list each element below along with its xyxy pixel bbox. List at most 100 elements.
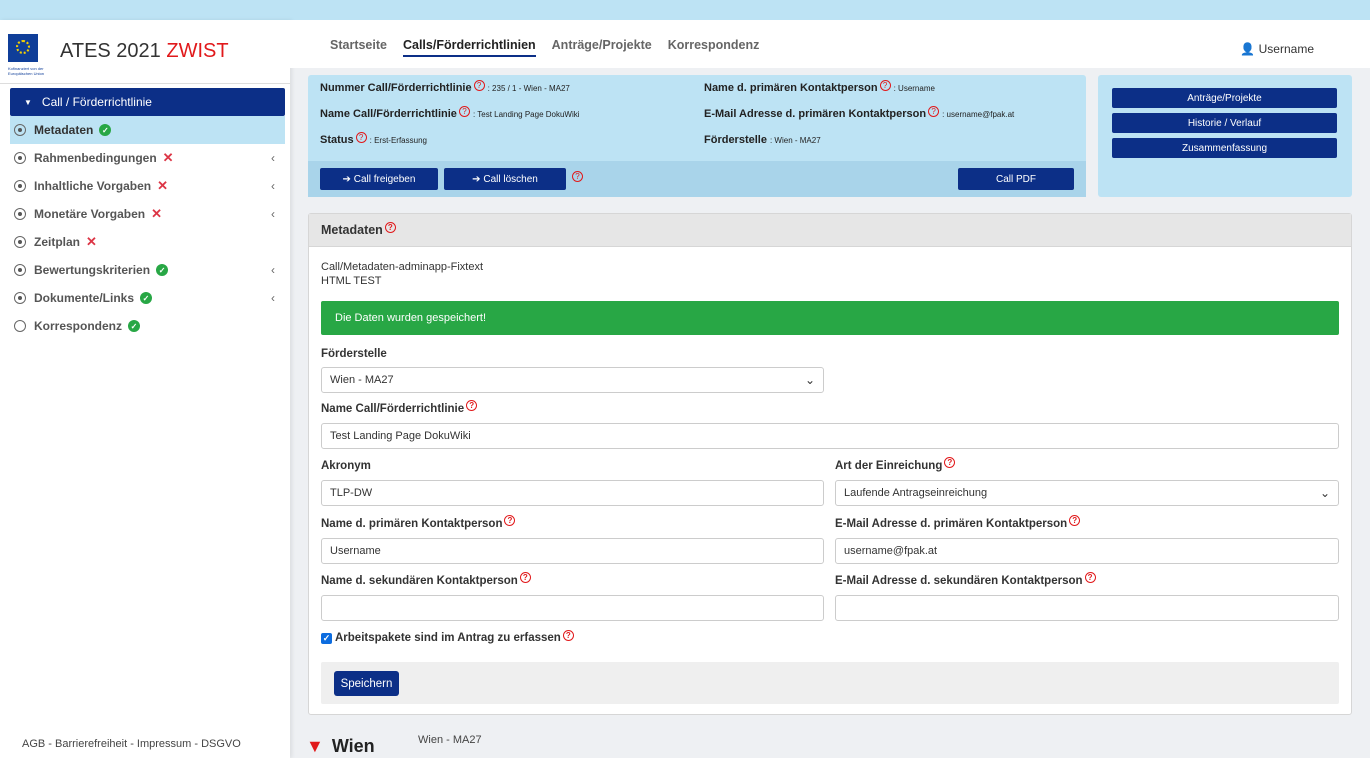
info-value: : username@fpak.at — [942, 109, 1015, 119]
chevron-down-icon: ⌄ — [804, 373, 815, 387]
sidebar-item-monetaere-vorgaben[interactable]: Monetäre Vorgaben ✕ ‹ — [10, 200, 285, 228]
checkbox-checked-icon[interactable]: ✓ — [321, 632, 332, 644]
help-icon[interactable]: ? — [458, 105, 470, 117]
call-pdf-button[interactable]: Call PDF — [958, 168, 1074, 190]
app-title[interactable]: ATES 2021 ZWIST — [60, 40, 229, 63]
info-email: E-Mail Adresse d. primären Kontaktperson… — [704, 101, 1014, 127]
antraege-projekte-button[interactable]: Anträge/Projekte — [1112, 88, 1337, 108]
art-einreichung-select[interactable]: Laufende Antragseinreichung ⌄ — [835, 480, 1339, 506]
chevron-left-icon[interactable]: ‹ — [271, 291, 275, 305]
call-freigeben-button[interactable]: ➔ Call freigeben — [320, 168, 438, 190]
chevron-left-icon[interactable]: ‹ — [271, 179, 275, 193]
sek-email-label: E-Mail Adresse d. sekundären Kontaktpers… — [835, 572, 1096, 587]
chevron-left-icon[interactable]: ‹ — [271, 207, 275, 221]
zusammenfassung-button[interactable]: Zusammenfassung — [1112, 138, 1337, 158]
foerderstelle-label: Förderstelle — [321, 348, 387, 360]
prim-name-label: Name d. primären Kontaktperson? — [321, 515, 516, 530]
side-nav: ▼ Call / Förderrichtlinie Metadaten ✓ Ra… — [10, 88, 285, 340]
sidebar-item-label: Rahmenbedingungen — [34, 151, 157, 165]
info-label: Nummer Call/Förderrichtlinie — [320, 82, 472, 94]
sidebar-item-rahmenbedingungen[interactable]: Rahmenbedingungen ✕ ‹ — [10, 144, 285, 172]
sidebar-item-metadaten[interactable]: Metadaten ✓ — [10, 116, 285, 144]
sek-email-input[interactable] — [835, 595, 1339, 621]
help-icon[interactable]: ? — [1084, 572, 1096, 583]
app-title-accent: ZWIST — [166, 40, 229, 62]
info-value: : Test Landing Page DokuWiki — [472, 109, 580, 119]
label-text: Name d. primären Kontaktperson — [321, 518, 503, 530]
footer-subtext: Wien - MA27 — [418, 734, 482, 746]
arrow-right-icon: ➔ — [342, 173, 351, 185]
info-nummer: Nummer Call/Förderrichtlinie? : 235 / 1 … — [320, 75, 580, 101]
help-icon[interactable]: ? — [504, 515, 516, 526]
help-icon[interactable]: ? — [473, 79, 485, 91]
chevron-left-icon[interactable]: ‹ — [271, 263, 275, 277]
tab-startseite[interactable]: Startseite — [330, 38, 387, 57]
help-icon[interactable]: ? — [519, 572, 531, 583]
card-header: Metadaten ? — [309, 214, 1351, 247]
help-icon[interactable]: ? — [384, 221, 396, 233]
call-loeschen-button[interactable]: ➔ Call löschen — [444, 168, 566, 190]
checkbox-label: Arbeitspakete sind im Antrag zu erfassen — [335, 632, 561, 644]
cross-icon: ✕ — [86, 234, 97, 249]
prim-email-input[interactable]: username@fpak.at — [835, 538, 1339, 564]
info-kontakt: Name d. primären Kontaktperson? : Userna… — [704, 75, 1014, 101]
sidebar-item-korrespondenz[interactable]: Korrespondenz ✓ — [10, 312, 285, 340]
user-menu[interactable]: 👤 Username — [1240, 42, 1314, 56]
label-text: Art der Einreichung — [835, 460, 943, 472]
info-label: Name Call/Förderrichtlinie — [320, 108, 457, 120]
akronym-input[interactable]: TLP-DW — [321, 480, 824, 506]
arbeitspakete-checkbox[interactable]: ✓ Arbeitspakete sind im Antrag zu erfass… — [321, 629, 574, 644]
info-col-left: Nummer Call/Förderrichtlinie? : 235 / 1 … — [320, 75, 580, 153]
cross-icon: ✕ — [151, 206, 163, 221]
historie-verlauf-button[interactable]: Historie / Verlauf — [1112, 113, 1337, 133]
name-call-input[interactable]: Test Landing Page DokuWiki — [321, 423, 1339, 449]
radio-dot-icon — [14, 152, 26, 164]
help-icon[interactable]: ? — [1069, 515, 1081, 526]
sidebar-item-dokumente-links[interactable]: Dokumente/Links ✓ ‹ — [10, 284, 285, 312]
help-icon[interactable]: ? — [944, 457, 956, 468]
help-icon[interactable]: ? — [562, 629, 574, 641]
sidebar-item-zeitplan[interactable]: Zeitplan ✕ — [10, 228, 285, 256]
chevron-left-icon[interactable]: ‹ — [271, 151, 275, 165]
radio-dot-icon — [14, 264, 26, 276]
help-icon[interactable]: ? — [355, 131, 367, 143]
prim-name-input[interactable]: Username — [321, 538, 824, 564]
info-label: Name d. primären Kontaktperson — [704, 82, 878, 94]
sek-name-input[interactable] — [321, 595, 824, 621]
button-label: Call löschen — [483, 173, 538, 185]
success-alert: Die Daten wurden gespeichert! — [321, 301, 1339, 335]
fixtext-line: Call/Metadaten-adminapp-Fixtext — [321, 261, 484, 273]
arrow-right-icon: ➔ — [472, 173, 481, 185]
help-icon[interactable]: ? — [928, 105, 940, 117]
info-status: Status? : Erst-Erfassung — [320, 127, 580, 153]
label-text: Name d. sekundären Kontaktperson — [321, 575, 518, 587]
tab-korrespondenz[interactable]: Korrespondenz — [668, 38, 760, 57]
logo-text: Wien — [331, 736, 375, 756]
fixtext-line: HTML TEST — [321, 275, 382, 287]
sidebar-item-bewertungskriterien[interactable]: Bewertungskriterien ✓ ‹ — [10, 256, 285, 284]
akronym-label: Akronym — [321, 460, 371, 472]
info-value: : 235 / 1 - Wien - MA27 — [487, 83, 570, 93]
radio-dot-icon — [14, 236, 26, 248]
tab-antraege[interactable]: Anträge/Projekte — [552, 38, 652, 57]
wien-logo-icon: ▼ — [306, 736, 324, 756]
save-button[interactable]: Speichern — [334, 671, 399, 696]
sidebar-header-call[interactable]: ▼ Call / Förderrichtlinie — [10, 88, 285, 116]
info-label: E-Mail Adresse d. primären Kontaktperson — [704, 108, 927, 120]
main-tabs: Startseite Calls/Förderrichtlinien Anträ… — [330, 38, 759, 57]
info-label: Status — [320, 134, 354, 146]
sidebar-item-label: Zeitplan — [34, 235, 81, 249]
sidebar-item-inhaltliche-vorgaben[interactable]: Inhaltliche Vorgaben ✕ ‹ — [10, 172, 285, 200]
help-icon[interactable]: ? — [572, 171, 583, 182]
top-strip — [0, 0, 1370, 20]
sidebar-footer-links[interactable]: AGB - Barrierefreiheit - Impressum - DSG… — [22, 738, 241, 750]
eu-flag-icon — [8, 34, 38, 62]
info-value: : Username — [893, 83, 935, 93]
help-icon[interactable]: ? — [466, 400, 478, 411]
tab-calls[interactable]: Calls/Förderrichtlinien — [402, 38, 536, 57]
cross-icon: ✕ — [162, 150, 174, 165]
label-text: E-Mail Adresse d. sekundären Kontaktpers… — [835, 575, 1083, 587]
foerderstelle-select[interactable]: Wien - MA27 ⌄ — [321, 367, 824, 393]
help-icon[interactable]: ? — [879, 79, 891, 91]
select-value: Wien - MA27 — [330, 374, 394, 386]
